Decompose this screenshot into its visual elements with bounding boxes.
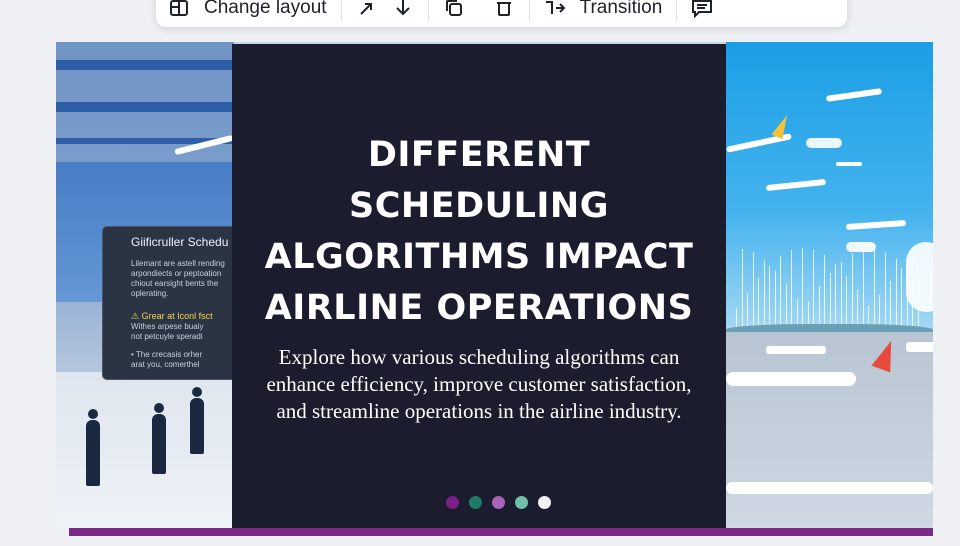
transition-label: Transition [579,0,663,18]
overlay-bar [791,250,792,328]
slide-accent-bar [69,528,933,536]
overlay-bar [857,290,858,328]
decorative-dots [446,496,551,509]
parked-airplane [726,372,856,386]
overlay-bar [785,284,787,328]
overlay-bar [862,248,864,328]
board-warning-text: Grear at Iconl fsct [141,311,213,321]
board-line: • The crecasis orher [131,350,203,359]
delete-button[interactable] [493,0,515,27]
toolbar-divider [676,0,678,22]
duplicate-icon [443,0,465,19]
overlay-bar [813,249,814,328]
overlay-bar [840,261,842,328]
slide-toolbar: Change layout Transition [156,0,847,27]
overlay-bar [895,258,897,328]
slide-title[interactable]: DIFFERENT SCHEDULING ALGORITHMS IMPACT A… [232,130,726,334]
overlay-bar [736,308,737,328]
overlay-bar [846,276,847,328]
ceiling-beam [56,60,234,70]
transition-icon [544,0,566,19]
dot-2 [469,496,482,509]
warning-icon: ⚠ [131,311,140,321]
data-visualization-overlay [736,238,926,328]
overlay-bar [763,260,765,328]
arrow-right-icon [356,0,378,19]
board-line: Lilemant are astell rending [131,259,225,268]
board-warning: ⚠ Grear at Iconl fsct [131,311,241,322]
parked-airplane [906,342,933,352]
duplicate-button[interactable] [443,0,465,27]
overlay-bar [917,281,919,328]
change-layout-label: Change layout [204,0,327,18]
slide-canvas[interactable]: Giificruller Schedu Lilemant are astell … [56,42,933,528]
board-line: arat you, comerthel [131,360,200,369]
overlay-bar [802,248,803,328]
arrow-down-icon [392,0,414,19]
overlay-bar [818,286,820,328]
board-title: Giificruller Schedu [131,235,229,249]
board-line: not petcuyle speradi [131,332,203,341]
overlay-bar [824,255,825,328]
toolbar-divider [340,0,342,22]
overlay-bar [906,269,908,328]
overlay-bar [901,267,902,328]
airplane-wing [726,482,933,494]
airport-apron [726,332,933,528]
parked-airplane [766,346,826,354]
overlay-bar [829,272,831,328]
move-down-button[interactable] [392,0,414,27]
board-line: arpondiects or peptoation [131,269,222,278]
transition-button[interactable]: Transition [544,0,663,27]
overlay-bar [747,292,748,328]
overlay-bar [884,251,886,328]
overlay-bar [851,253,853,328]
airport-illustration [726,42,933,528]
change-layout-button[interactable]: Change layout [168,0,327,27]
overlay-bar [780,256,781,328]
toolbar-divider [528,0,530,22]
overlay-bar [879,295,880,328]
board-line: chiout earsight bents the [131,279,219,288]
dot-5 [538,496,551,509]
dot-3 [492,496,505,509]
ceiling-beam [56,102,234,112]
overlay-bar [873,248,875,328]
cloud [806,138,842,148]
overlay-bar [890,280,891,328]
move-right-button[interactable] [356,0,378,27]
slide-subtitle[interactable]: Explore how various scheduling algorithm… [254,344,704,425]
terminal-floor [56,372,234,528]
airplane-icon [825,88,883,102]
title-card[interactable]: DIFFERENT SCHEDULING ALGORITHMS IMPACT A… [232,44,726,528]
overlay-bar [912,257,913,328]
airplane-icon [845,219,907,231]
trash-icon [493,0,515,19]
overlay-bar [741,248,743,328]
overlay-bar [835,264,836,328]
layout-icon [168,0,190,19]
info-board: Giificruller Schedu Lilemant are astell … [102,226,242,380]
overlay-bar [758,278,759,328]
airplane-icon [765,178,827,192]
toolbar-divider [427,0,429,22]
overlay-bar [752,252,754,328]
board-line: oplerating. [131,289,169,298]
traveler-figure [86,409,100,486]
comment-icon [691,0,713,19]
comment-button[interactable] [691,0,713,27]
agent-figure [190,387,204,454]
overlay-bar [769,266,770,328]
airplane-icon [836,162,862,166]
dot-4 [515,496,528,509]
dot-1 [446,496,459,509]
board-line: Withes arpese buaiy [131,322,204,331]
traveler-figure [152,403,166,474]
overlay-bar [774,270,776,328]
